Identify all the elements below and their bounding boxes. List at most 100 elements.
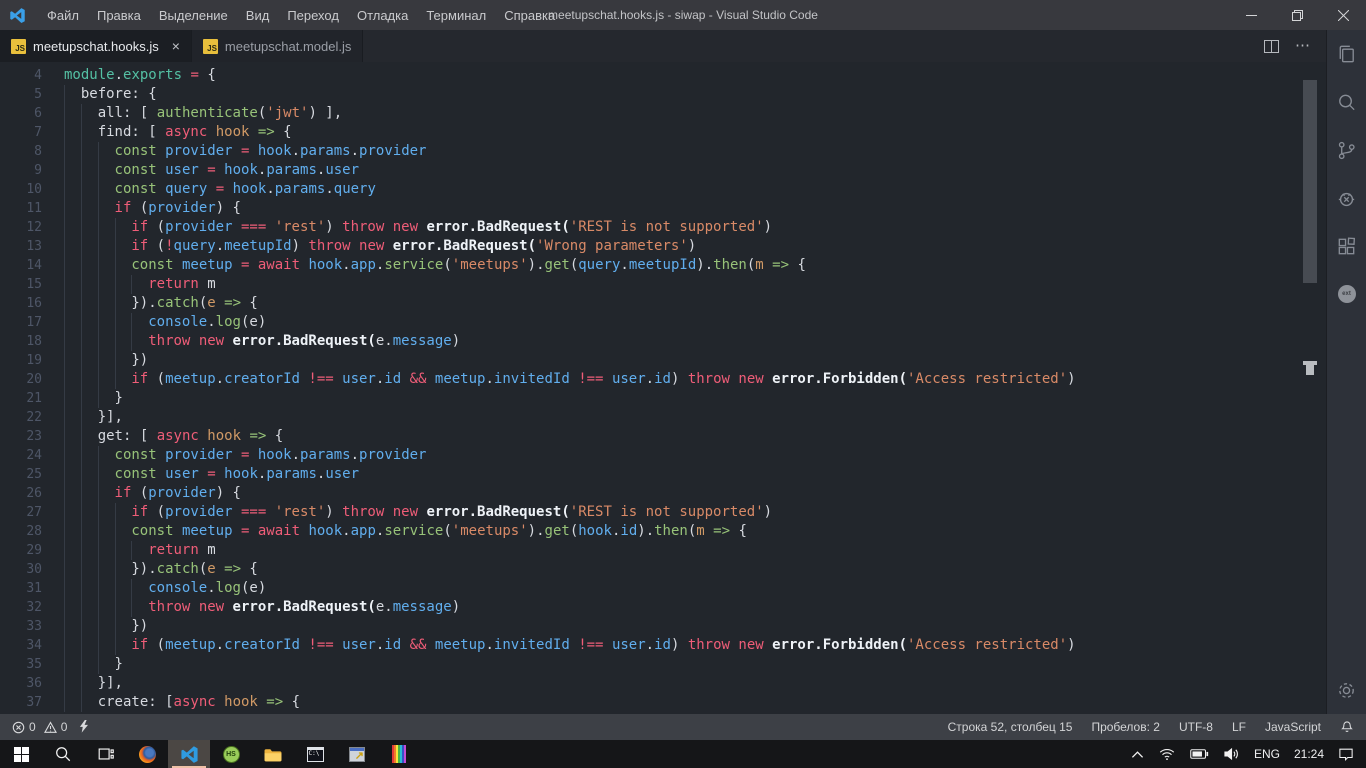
line-number[interactable]: 14 xyxy=(0,256,42,275)
restore-button[interactable] xyxy=(1274,0,1320,30)
volume-button[interactable] xyxy=(1219,740,1244,768)
debug-icon[interactable] xyxy=(1327,174,1366,222)
code-line[interactable]: 22}], xyxy=(0,408,1326,427)
line-number[interactable]: 9 xyxy=(0,161,42,180)
code-line[interactable]: 25const user = hook.params.user xyxy=(0,465,1326,484)
code-line[interactable]: 6all: [ authenticate('jwt') ], xyxy=(0,104,1326,123)
line-number[interactable]: 23 xyxy=(0,427,42,446)
line-number[interactable]: 30 xyxy=(0,560,42,579)
code-line[interactable]: 23get: [ async hook => { xyxy=(0,427,1326,446)
code-line[interactable]: 36}], xyxy=(0,674,1326,693)
menu-item-terminal[interactable]: Терминал xyxy=(417,0,495,30)
code-line[interactable]: 20if (meetup.creatorId !== user.id && me… xyxy=(0,370,1326,389)
code-line[interactable]: 32throw new error.BadRequest(e.message) xyxy=(0,598,1326,617)
more-actions-icon[interactable]: ⋯ xyxy=(1295,41,1310,51)
code-line[interactable]: 8const provider = hook.params.provider xyxy=(0,142,1326,161)
code-line[interactable]: 35} xyxy=(0,655,1326,674)
code-line[interactable]: 34if (meetup.creatorId !== user.id && me… xyxy=(0,636,1326,655)
code-line[interactable]: 17console.log(e) xyxy=(0,313,1326,332)
tab-meetupschat-hooks[interactable]: JSmeetupschat.hooks.js× xyxy=(0,30,192,62)
line-number[interactable]: 37 xyxy=(0,693,42,712)
start-button[interactable] xyxy=(0,740,42,768)
line-number[interactable]: 29 xyxy=(0,541,42,560)
line-number[interactable]: 25 xyxy=(0,465,42,484)
cursor-position[interactable]: Строка 52, столбец 15 xyxy=(948,720,1073,734)
menu-item-selection[interactable]: Выделение xyxy=(150,0,237,30)
code-line[interactable]: 26if (provider) { xyxy=(0,484,1326,503)
line-number[interactable]: 12 xyxy=(0,218,42,237)
source-control-icon[interactable] xyxy=(1327,126,1366,174)
settings-gear-icon[interactable] xyxy=(1327,666,1366,714)
language-indicator[interactable]: ENG xyxy=(1250,740,1284,768)
code-line[interactable]: 18throw new error.BadRequest(e.message) xyxy=(0,332,1326,351)
line-number[interactable]: 7 xyxy=(0,123,42,142)
menu-item-edit[interactable]: Правка xyxy=(88,0,150,30)
line-number[interactable]: 16 xyxy=(0,294,42,313)
thunder-icon[interactable] xyxy=(79,720,90,734)
split-editor-icon[interactable] xyxy=(1264,40,1279,53)
tray-chevron-button[interactable] xyxy=(1127,740,1148,768)
eol-sequence[interactable]: LF xyxy=(1232,720,1246,734)
extensions-icon[interactable] xyxy=(1327,222,1366,270)
line-number[interactable]: 11 xyxy=(0,199,42,218)
action-center-button[interactable] xyxy=(1334,740,1358,768)
tab-meetupschat-model[interactable]: JSmeetupschat.model.js xyxy=(192,30,363,62)
line-number[interactable]: 17 xyxy=(0,313,42,332)
line-number[interactable]: 15 xyxy=(0,275,42,294)
language-mode[interactable]: JavaScript xyxy=(1265,720,1321,734)
file-explorer-button[interactable] xyxy=(252,740,294,768)
line-number[interactable]: 21 xyxy=(0,389,42,408)
explorer-icon[interactable] xyxy=(1327,30,1366,78)
menu-item-debug[interactable]: Отладка xyxy=(348,0,417,30)
wifi-button[interactable] xyxy=(1154,740,1180,768)
code-line[interactable]: 33}) xyxy=(0,617,1326,636)
menu-item-go[interactable]: Переход xyxy=(278,0,348,30)
color-tool-button[interactable] xyxy=(378,740,420,768)
minimize-button[interactable] xyxy=(1228,0,1274,30)
line-number[interactable]: 6 xyxy=(0,104,42,123)
menu-item-file[interactable]: Файл xyxy=(38,0,88,30)
close-button[interactable] xyxy=(1320,0,1366,30)
code-line[interactable]: 9const user = hook.params.user xyxy=(0,161,1326,180)
line-number[interactable]: 22 xyxy=(0,408,42,427)
line-number[interactable]: 4 xyxy=(0,66,42,85)
code-line[interactable]: 30}).catch(e => { xyxy=(0,560,1326,579)
scrollbar-thumb[interactable] xyxy=(1303,80,1317,283)
line-number[interactable]: 20 xyxy=(0,370,42,389)
code-line[interactable]: 29return m xyxy=(0,541,1326,560)
installer-button[interactable]: ↗ xyxy=(336,740,378,768)
code-editor[interactable]: 4module.exports = {5before: {6all: [ aut… xyxy=(0,62,1326,714)
line-number[interactable]: 31 xyxy=(0,579,42,598)
line-number[interactable]: 34 xyxy=(0,636,42,655)
code-line[interactable]: 12if (provider === 'rest') throw new err… xyxy=(0,218,1326,237)
notifications-bell-icon[interactable] xyxy=(1340,720,1354,734)
code-line[interactable]: 21} xyxy=(0,389,1326,408)
line-number[interactable]: 24 xyxy=(0,446,42,465)
code-line[interactable]: 15return m xyxy=(0,275,1326,294)
code-line[interactable]: 10const query = hook.params.query xyxy=(0,180,1326,199)
search-icon[interactable] xyxy=(1327,78,1366,126)
code-line[interactable]: 28const meetup = await hook.app.service(… xyxy=(0,522,1326,541)
code-line[interactable]: 19}) xyxy=(0,351,1326,370)
code-line[interactable]: 37create: [async hook => { xyxy=(0,693,1326,712)
task-view-button[interactable] xyxy=(84,740,126,768)
line-number[interactable]: 26 xyxy=(0,484,42,503)
line-number[interactable]: 27 xyxy=(0,503,42,522)
heidisql-button[interactable]: HS xyxy=(210,740,252,768)
line-number[interactable]: 18 xyxy=(0,332,42,351)
line-number[interactable]: 8 xyxy=(0,142,42,161)
line-number[interactable]: 35 xyxy=(0,655,42,674)
code-line[interactable]: 16}).catch(e => { xyxy=(0,294,1326,313)
line-number[interactable]: 13 xyxy=(0,237,42,256)
cmd-button[interactable]: C:\ xyxy=(294,740,336,768)
line-number[interactable]: 32 xyxy=(0,598,42,617)
code-line[interactable]: 7find: [ async hook => { xyxy=(0,123,1326,142)
line-number[interactable]: 19 xyxy=(0,351,42,370)
battery-button[interactable] xyxy=(1186,740,1213,768)
extension-avatar-icon[interactable]: ext xyxy=(1327,270,1366,318)
clock[interactable]: 21:24 xyxy=(1290,740,1328,768)
line-number[interactable]: 36 xyxy=(0,674,42,693)
code-line[interactable]: 24const provider = hook.params.provider xyxy=(0,446,1326,465)
line-number[interactable]: 10 xyxy=(0,180,42,199)
firefox-button[interactable] xyxy=(126,740,168,768)
